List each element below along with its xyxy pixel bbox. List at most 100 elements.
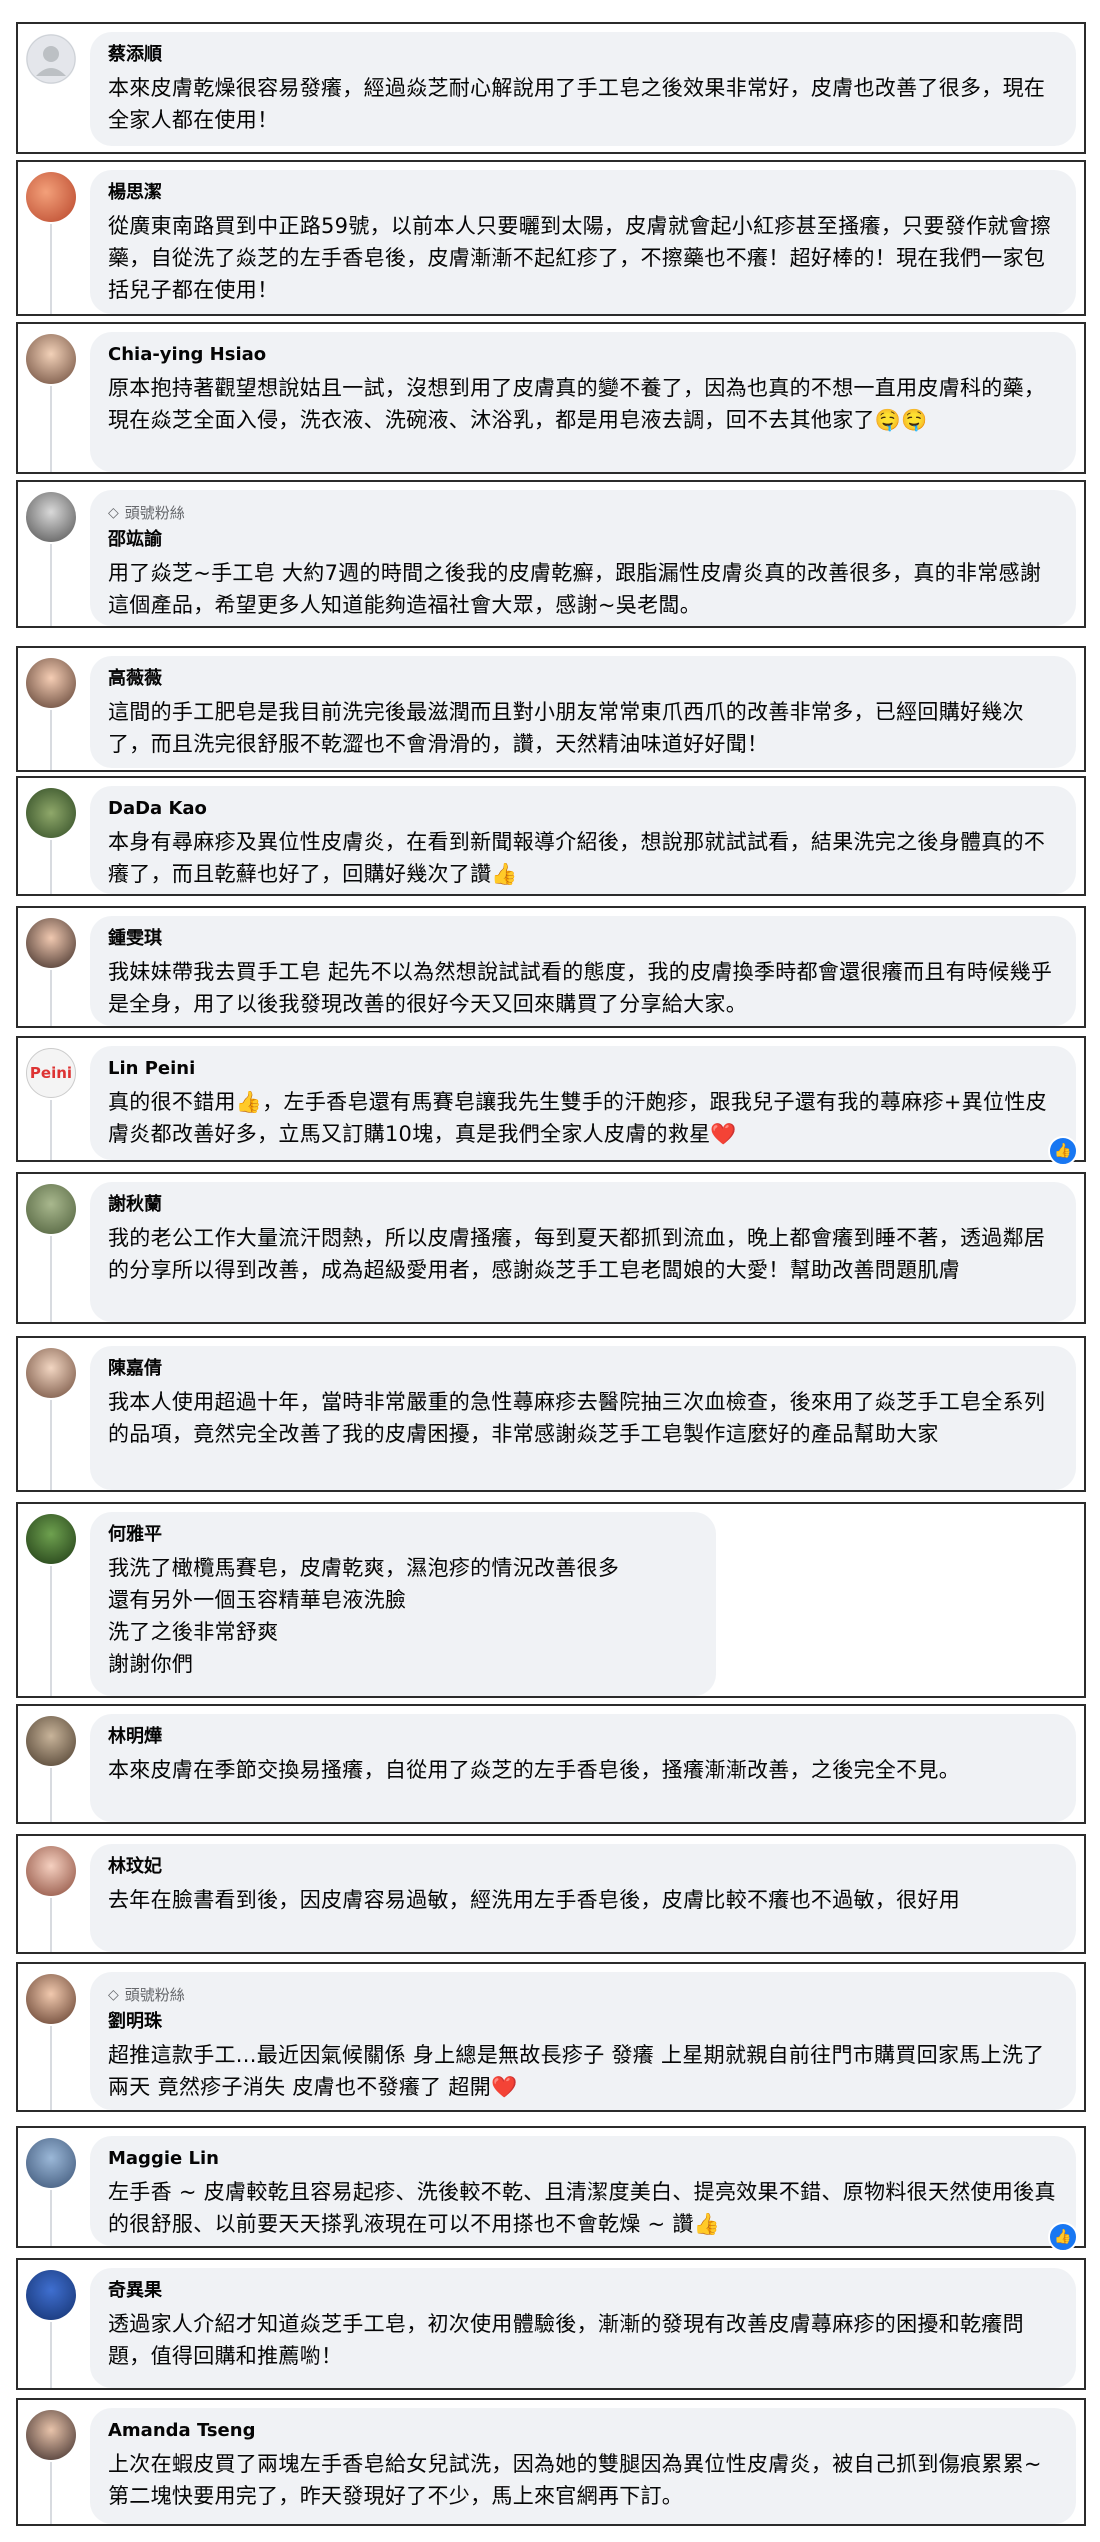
commenter-name[interactable]: 劉明珠 <box>108 2011 1058 2033</box>
thread-line <box>50 224 52 314</box>
comment-text: 我的老公工作大量流汗悶熱，所以皮膚搔癢，每到夏天都抓到流血，晚上都會癢到睡不著，… <box>108 1226 1046 1282</box>
comment-bubble: Maggie Lin 左手香 ~ 皮膚較乾且容易起疹、洗後較不乾、且清潔度美白、… <box>90 2136 1078 2252</box>
commenter-name[interactable]: 林玟妃 <box>108 1856 1058 1878</box>
commenter-name[interactable]: 奇異果 <box>108 2280 1058 2302</box>
commenter-name[interactable]: 高薇薇 <box>108 668 1058 690</box>
comment-text: 超推這款手工...最近因氣候關係 身上總是無故長疹子 發癢 上星期就親自前往門市… <box>108 2043 1045 2099</box>
thread-line <box>50 710 52 770</box>
comment-text: 本身有尋麻疹及異位性皮膚炎，在看到新聞報導介紹後，想說那就試試看，結果洗完之後身… <box>108 830 1046 886</box>
commenter-name[interactable]: 鍾雯琪 <box>108 928 1058 950</box>
comment-bubble: ◇ 頭號粉絲 邵竑諭 用了焱芝~手工皂 大約7週的時間之後我的皮膚乾癬，跟脂漏性皮… <box>90 490 1076 626</box>
commenter-name[interactable]: DaDa Kao <box>108 798 1058 820</box>
avatar[interactable] <box>26 1514 76 1564</box>
commenter-name[interactable]: Lin Peini <box>108 1058 1058 1080</box>
like-reaction-icon[interactable]: 👍 <box>1048 1136 1078 1166</box>
avatar[interactable] <box>26 2410 76 2460</box>
comment-bubble: DaDa Kao 本身有尋麻疹及異位性皮膚炎，在看到新聞報導介紹後，想說那就試試… <box>90 786 1076 894</box>
comment-text: 我本人使用超過十年，當時非常嚴重的急性蕁麻疹去醫院抽三次血檢查，後來用了焱芝手工… <box>108 1390 1046 1446</box>
commenter-name[interactable]: Chia-ying Hsiao <box>108 344 1058 366</box>
review-card: DaDa Kao 本身有尋麻疹及異位性皮膚炎，在看到新聞報導介紹後，想說那就試試… <box>16 776 1086 896</box>
thread-line <box>50 2026 52 2110</box>
review-card: 高薇薇 這間的手工肥皂是我目前洗完後最滋潤而且對小朋友常常東爪西爪的改善非常多，… <box>16 646 1086 772</box>
comment-text: 從廣東南路買到中正路59號，以前本人只要曬到太陽，皮膚就會起小紅疹甚至搔癢，只要… <box>108 214 1052 302</box>
default-avatar-icon[interactable] <box>26 34 76 84</box>
avatar[interactable] <box>26 334 76 384</box>
commenter-name[interactable]: 陳嘉倩 <box>108 1358 1058 1380</box>
thread-line <box>50 1898 52 1952</box>
comment-bubble: 楊思潔 從廣東南路買到中正路59號，以前本人只要曬到太陽，皮膚就會起小紅疹甚至搔… <box>90 170 1076 314</box>
comment-bubble: 蔡添順 本來皮膚乾燥很容易發癢，經過焱芝耐心解說用了手工皂之後效果非常好，皮膚也… <box>90 32 1076 146</box>
thread-line <box>50 2190 52 2246</box>
avatar[interactable] <box>26 1716 76 1766</box>
comment-bubble: 高薇薇 這間的手工肥皂是我目前洗完後最滋潤而且對小朋友常常東爪西爪的改善非常多，… <box>90 656 1076 768</box>
top-fan-badge: ◇ 頭號粉絲 <box>108 1984 1058 2005</box>
thread-line <box>50 386 52 472</box>
review-card: 何雅平 我洗了橄欖馬賽皂，皮膚乾爽，濕泡疹的情況改善很多 還有另外一個玉容精華皂… <box>16 1502 1086 1698</box>
thread-line <box>50 840 52 894</box>
thread-line <box>50 2462 52 2524</box>
avatar[interactable] <box>26 2138 76 2188</box>
comment-bubble: 何雅平 我洗了橄欖馬賽皂，皮膚乾爽，濕泡疹的情況改善很多 還有另外一個玉容精華皂… <box>90 1512 716 1696</box>
avatar[interactable] <box>26 1348 76 1398</box>
comment-text: 透過家人介紹才知道焱芝手工皂，初次使用體驗後，漸漸的發現有改善皮膚蕁麻疹的困擾和… <box>108 2312 1024 2368</box>
avatar[interactable] <box>26 658 76 708</box>
avatar[interactable] <box>26 1184 76 1234</box>
review-card: ◇ 頭號粉絲 邵竑諭 用了焱芝~手工皂 大約7週的時間之後我的皮膚乾癬，跟脂漏性皮… <box>16 480 1086 628</box>
avatar[interactable] <box>26 1974 76 2024</box>
comment-text: 真的很不錯用👍，左手香皂還有馬賽皂讓我先生雙手的汗皰疹，跟我兒子還有我的蕁麻疹+… <box>108 1090 1047 1146</box>
comment-text: 去年在臉書看到後，因皮膚容易過敏，經洗用左手香皂後，皮膚比較不癢也不過敏，很好用 <box>108 1888 960 1912</box>
commenter-name[interactable]: 謝秋蘭 <box>108 1194 1058 1216</box>
top-fan-badge: ◇ 頭號粉絲 <box>108 502 1058 523</box>
review-card: 蔡添順 本來皮膚乾燥很容易發癢，經過焱芝耐心解說用了手工皂之後效果非常好，皮膚也… <box>16 22 1086 154</box>
thread-line <box>50 1566 52 1696</box>
comment-bubble: Lin Peini 真的很不錯用👍，左手香皂還有馬賽皂讓我先生雙手的汗皰疹，跟我… <box>90 1046 1078 1166</box>
comment-bubble: 林玟妃 去年在臉書看到後，因皮膚容易過敏，經洗用左手香皂後，皮膚比較不癢也不過敏… <box>90 1844 1076 1952</box>
review-card: 林明燁 本來皮膚在季節交換易搔癢，自從用了焱芝的左手香皂後，搔癢漸漸改善，之後完… <box>16 1704 1086 1824</box>
comment-text: 我妹妹帶我去買手工皂 起先不以為然想說試試看的態度，我的皮膚換季時都會還很癢而且… <box>108 960 1053 1016</box>
review-card: Peini Lin Peini 真的很不錯用👍，左手香皂還有馬賽皂讓我先生雙手的… <box>16 1036 1086 1166</box>
thread-line <box>50 1236 52 1322</box>
commenter-name[interactable]: 楊思潔 <box>108 182 1058 204</box>
commenter-name[interactable]: Maggie Lin <box>108 2148 1058 2170</box>
review-card: 奇異果 透過家人介紹才知道焱芝手工皂，初次使用體驗後，漸漸的發現有改善皮膚蕁麻疹… <box>16 2258 1086 2390</box>
like-reaction-icon[interactable]: 👍 <box>1048 2222 1078 2252</box>
review-card: Chia-ying Hsiao 原本抱持著觀望想說姑且一試，沒想到用了皮膚真的變… <box>16 322 1086 474</box>
comment-bubble: ◇ 頭號粉絲 劉明珠 超推這款手工...最近因氣候關係 身上總是無故長疹子 發癢 … <box>90 1972 1076 2110</box>
review-card: ◇ 頭號粉絲 劉明珠 超推這款手工...最近因氣候關係 身上總是無故長疹子 發癢 … <box>16 1962 1086 2112</box>
avatar[interactable] <box>26 788 76 838</box>
badge-label: 頭號粉絲 <box>124 504 185 522</box>
review-card: 謝秋蘭 我的老公工作大量流汗悶熱，所以皮膚搔癢，每到夏天都抓到流血，晚上都會癢到… <box>16 1172 1086 1324</box>
diamond-icon: ◇ <box>108 504 119 521</box>
review-card: 陳嘉倩 我本人使用超過十年，當時非常嚴重的急性蕁麻疹去醫院抽三次血檢查，後來用了… <box>16 1336 1086 1492</box>
avatar[interactable]: Peini <box>26 1048 76 1098</box>
comment-bubble: 陳嘉倩 我本人使用超過十年，當時非常嚴重的急性蕁麻疹去醫院抽三次血檢查，後來用了… <box>90 1346 1076 1490</box>
comment-text: 本來皮膚乾燥很容易發癢，經過焱芝耐心解說用了手工皂之後效果非常好，皮膚也改善了很… <box>108 76 1046 132</box>
avatar[interactable] <box>26 492 76 542</box>
comment-text: 這間的手工肥皂是我目前洗完後最滋潤而且對小朋友常常東爪西爪的改善非常多，已經回購… <box>108 700 1024 756</box>
review-card: Amanda Tseng 上次在蝦皮買了兩塊左手香皂給女兒試洗，因為她的雙腿因為… <box>16 2398 1086 2526</box>
commenter-name[interactable]: Amanda Tseng <box>108 2420 1058 2442</box>
avatar[interactable] <box>26 172 76 222</box>
comment-text: 我洗了橄欖馬賽皂，皮膚乾爽，濕泡疹的情況改善很多 還有另外一個玉容精華皂液洗臉 … <box>108 1556 620 1676</box>
commenter-name[interactable]: 何雅平 <box>108 1524 698 1546</box>
commenter-name[interactable]: 林明燁 <box>108 1726 1058 1748</box>
avatar[interactable] <box>26 2270 76 2320</box>
thread-line <box>50 1100 52 1160</box>
comment-bubble: 林明燁 本來皮膚在季節交換易搔癢，自從用了焱芝的左手香皂後，搔癢漸漸改善，之後完… <box>90 1714 1076 1822</box>
commenter-name[interactable]: 蔡添順 <box>108 44 1058 66</box>
comment-bubble: Amanda Tseng 上次在蝦皮買了兩塊左手香皂給女兒試洗，因為她的雙腿因為… <box>90 2408 1076 2524</box>
thread-line <box>50 1768 52 1822</box>
comment-bubble: 鍾雯琪 我妹妹帶我去買手工皂 起先不以為然想說試試看的態度，我的皮膚換季時都會還… <box>90 916 1076 1026</box>
comment-text: 左手香 ~ 皮膚較乾且容易起疹、洗後較不乾、且清潔度美白、提亮效果不錯、原物料很… <box>108 2180 1056 2236</box>
avatar[interactable] <box>26 1846 76 1896</box>
comment-text: 上次在蝦皮買了兩塊左手香皂給女兒試洗，因為她的雙腿因為異位性皮膚炎，被自己抓到傷… <box>108 2452 1042 2508</box>
review-card: 鍾雯琪 我妹妹帶我去買手工皂 起先不以為然想說試試看的態度，我的皮膚換季時都會還… <box>16 906 1086 1028</box>
comment-bubble: 謝秋蘭 我的老公工作大量流汗悶熱，所以皮膚搔癢，每到夏天都抓到流血，晚上都會癢到… <box>90 1182 1076 1322</box>
review-card: 林玟妃 去年在臉書看到後，因皮膚容易過敏，經洗用左手香皂後，皮膚比較不癢也不過敏… <box>16 1834 1086 1954</box>
avatar[interactable] <box>26 918 76 968</box>
comment-bubble: Chia-ying Hsiao 原本抱持著觀望想說姑且一試，沒想到用了皮膚真的變… <box>90 332 1076 472</box>
review-card: 楊思潔 從廣東南路買到中正路59號，以前本人只要曬到太陽，皮膚就會起小紅疹甚至搔… <box>16 160 1086 316</box>
commenter-name[interactable]: 邵竑諭 <box>108 529 1058 551</box>
comment-text: 用了焱芝~手工皂 大約7週的時間之後我的皮膚乾癬，跟脂漏性皮膚炎真的改善很多，真… <box>108 561 1042 617</box>
thread-line <box>50 544 52 626</box>
